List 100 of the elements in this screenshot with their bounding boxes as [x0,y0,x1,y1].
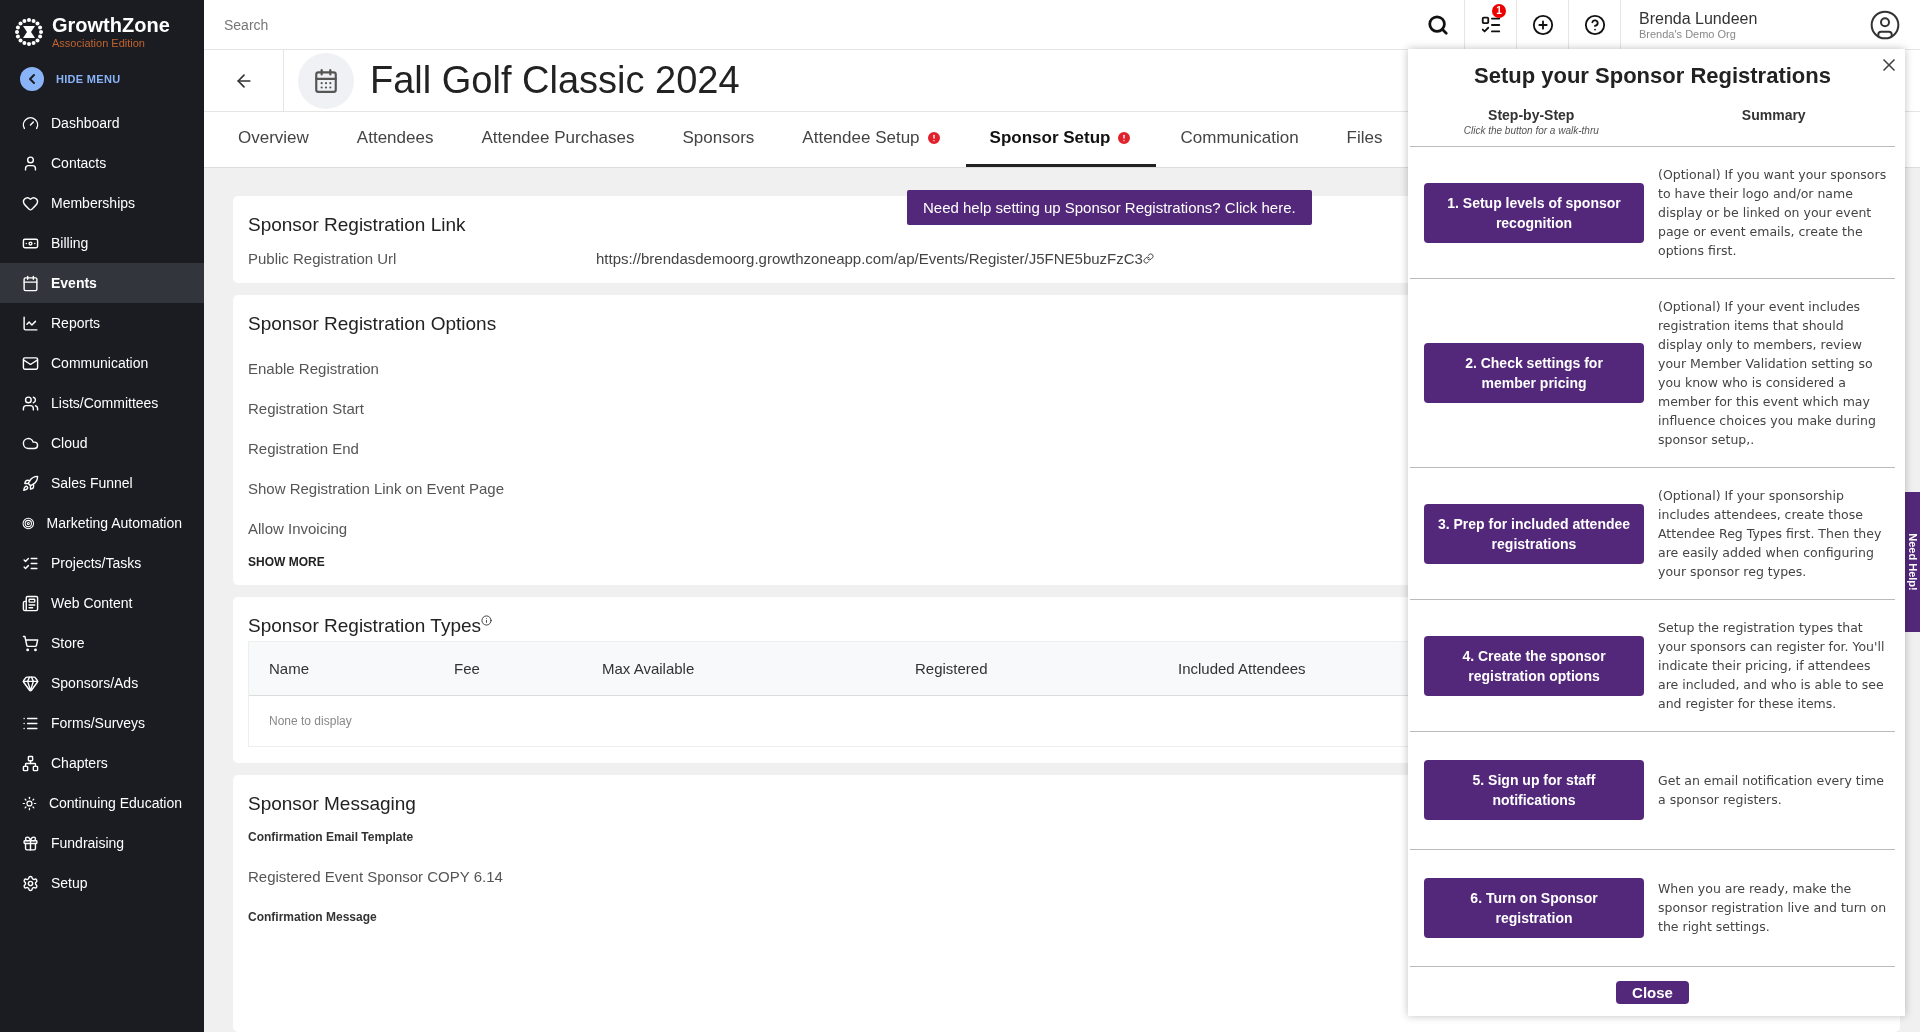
gem-icon [22,674,39,692]
tab[interactable]: Attendee Setup [778,112,966,167]
alert-icon [1116,130,1133,146]
step-button[interactable]: 2. Check settings for member pricing [1424,343,1644,403]
sidebar-item[interactable]: Memberships [0,183,204,223]
need-help-tab[interactable]: Need Help! [1905,492,1920,632]
step-button[interactable]: 1. Setup levels of sponsor recognition [1424,182,1644,243]
organization-name: Brenda's Demo Org [1639,27,1737,40]
heart-icon [22,194,39,212]
chevron-left-icon[interactable] [20,67,44,91]
tab[interactable]: Communication [1156,112,1323,167]
search-icon[interactable] [1427,13,1449,36]
field-label: Enable Registration [248,359,379,379]
column-header: Max Available [602,660,696,677]
sidebar-item[interactable]: Setup [0,863,204,903]
field-label: Public Registration Url [248,250,398,267]
sidebar-item[interactable]: Marketing Automation [0,503,204,543]
tab[interactable]: Sponsor Setup [965,112,1157,167]
step-button[interactable]: 6. Turn on Sponsor registration [1424,877,1644,938]
sidebar-item[interactable]: Web Content [0,583,204,623]
hide-menu-link[interactable]: HIDE MENU [56,73,121,85]
panel-title: Setup your Sponsor Registrations [1473,63,1832,89]
tab[interactable]: Sponsors [658,112,779,167]
step-summary: Get an email notification every time a sponsor registers. [1658,772,1886,810]
column-title: Step-by-Step [1488,107,1575,123]
card-title: Sponsor Registration Types [248,615,482,637]
settings-icon [22,874,39,892]
alert-icon [925,130,942,146]
sidebar-item[interactable]: Fundraising [0,823,204,863]
sidebar-item[interactable]: Sponsors/Ads [0,663,204,703]
user-name[interactable]: Brenda Lundeen [1639,9,1832,28]
rocket-icon [22,474,39,492]
show-more-link[interactable]: SHOW MORE [248,555,325,569]
add-icon[interactable] [1531,13,1554,36]
sidebar-item[interactable]: Projects/Tasks [0,543,204,583]
column-header: Registered [915,660,989,677]
sidebar-item[interactable]: Cloud [0,423,204,463]
notification-badge: 1 [1492,3,1506,18]
logo-icon [14,16,44,47]
card-title: Sponsor Registration Options [248,313,497,335]
sidebar-item[interactable]: Sales Funnel [0,463,204,503]
sidebar-item[interactable]: Reports [0,303,204,343]
sidebar-item[interactable]: Forms/Surveys [0,703,204,743]
field-label: Show Registration Link on Event Page [248,479,504,499]
field-label: Registration Start [248,399,364,419]
avatar-icon[interactable] [1869,8,1901,41]
newspaper-icon [22,594,39,612]
step-summary: Setup the registration types that your sponsors can register for. You'll indicate their pricing, if attendees are included, and who is able to see and register for these items. [1658,619,1886,713]
edition-text: Association Edition [52,37,146,49]
logo-text: GrowthZone [52,14,170,37]
step-summary: (Optional) If you want your sponsors to have their logo and/or name display or be linked on your event page or event emails, create the options first. [1658,166,1888,260]
tab[interactable]: Overview [214,112,333,167]
tab[interactable]: Attendee Purchases [457,112,659,167]
column-title: Summary [1741,107,1806,123]
calendar-icon [313,67,339,94]
people-icon [22,394,39,412]
close-button[interactable]: Close [1616,981,1689,1004]
sidebar-item[interactable]: Store [0,623,204,663]
registration-url[interactable]: https://brendasdemoorg.growthzoneapp.com/ap/Events/Register/J5FNE5buzFzC3 [596,250,1143,267]
field-label: Registration End [248,439,359,459]
sun-icon [22,794,37,812]
field-value: Registered Event Sponsor COPY 6.14 [248,867,503,887]
column-hint: Click the button for a walk-thru [1463,125,1599,136]
envelope-icon [22,354,39,372]
gauge-icon [22,114,39,132]
column-header: Fee [454,660,481,677]
tab[interactable]: Attendees [332,112,458,167]
step-button[interactable]: 3. Prep for included attendee registrations [1424,503,1644,564]
sidebar-item[interactable]: Continuing Education [0,783,204,823]
step-button[interactable]: 4. Create the sponsor registration options [1424,635,1644,696]
line-chart-icon [22,314,39,332]
help-banner-button[interactable]: Need help setting up Sponsor Registrations? Click here. [907,190,1312,225]
card-title: Sponsor Messaging [248,793,416,815]
step-summary: When you are ready, make the sponsor registration live and turn on the right settings. [1658,880,1888,937]
sidebar-item[interactable]: Chapters [0,743,204,783]
field-label: Confirmation Message [248,909,377,926]
link-icon[interactable] [1142,253,1154,264]
step-summary: (Optional) If your event includes registration items that should display only to members, review your Member Validation setting so you know who is considered a member for this event which may influence choices you make during sponsor setup,. [1658,298,1877,449]
sidebar-item[interactable]: Billing [0,223,204,263]
step-button[interactable]: 5. Sign up for staff notifications [1424,760,1644,821]
empty-message: None to display [269,714,352,728]
gift-icon [22,834,39,852]
tab[interactable]: Files [1322,112,1407,167]
person-icon [22,154,39,172]
sidebar-item[interactable]: Contacts [0,143,204,183]
field-label: Confirmation Email Template [248,829,414,846]
help-icon[interactable] [1583,13,1606,36]
sidebar-item[interactable]: Events [0,263,204,303]
sidebar-item[interactable]: Lists/Committees [0,383,204,423]
sidebar-item[interactable]: Communication [0,343,204,383]
field-label: Allow Invoicing [248,519,348,539]
column-header: Name [269,660,310,677]
sidebar-item[interactable]: Dashboard [0,103,204,143]
cart-icon [22,634,39,652]
event-title: Fall Golf Classic 2024 [370,59,740,102]
card-title: Sponsor Registration Link [248,214,466,236]
network-icon [22,754,39,772]
info-icon[interactable] [481,615,493,626]
calendar-icon [22,274,39,292]
step-summary: (Optional) If your sponsorship includes attendees, create those Attendee Reg Types first. Then they are easily added when configuring your sponsor reg types. [1658,487,1883,581]
